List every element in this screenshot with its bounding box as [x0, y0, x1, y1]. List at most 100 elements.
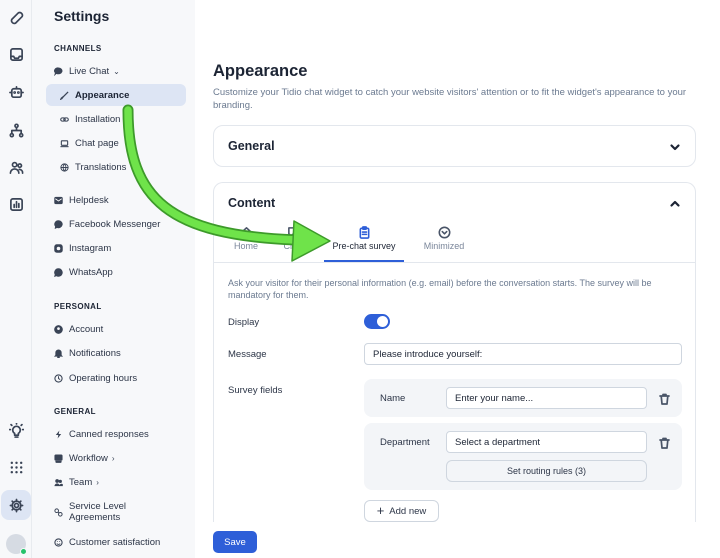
contacts-icon[interactable] [5, 156, 27, 178]
clock-icon [54, 373, 63, 383]
department-select[interactable]: Select a department [446, 431, 647, 453]
chevron-up-icon[interactable] [669, 197, 681, 209]
chevron-down-icon: ⌄ [113, 66, 120, 76]
chat-icon [287, 226, 300, 239]
sidebar-item-appearance[interactable]: Appearance [46, 84, 186, 106]
analytics-icon[interactable] [5, 193, 27, 215]
chevron-down-icon[interactable] [669, 140, 681, 152]
message-input[interactable]: Please introduce yourself: [364, 343, 682, 365]
department-field-label: Department [380, 437, 430, 448]
sidebar-item-label: Appearance [75, 89, 130, 101]
trash-icon[interactable] [659, 392, 670, 405]
survey-field-department-row: Department Select a department Set routi… [364, 423, 682, 490]
sidebar-item-installation[interactable]: Installation [46, 108, 186, 130]
chat-bubble-icon [54, 66, 63, 76]
sidebar-title: Settings [54, 8, 110, 24]
sidebar-item-facebook-messenger[interactable]: Facebook Messenger [46, 213, 186, 235]
globe-icon [60, 162, 69, 172]
tab-pre-chat-survey[interactable]: Pre-chat survey [324, 225, 404, 262]
tab-chat[interactable]: Chat [276, 225, 310, 262]
toggle-knob [377, 316, 388, 327]
sidebar-item-label: Live Chat [69, 65, 110, 77]
tab-label: Pre-chat survey [332, 241, 396, 251]
messenger-icon [54, 219, 63, 229]
instagram-icon [54, 243, 63, 253]
display-toggle[interactable] [364, 314, 390, 329]
bot-icon[interactable] [5, 81, 27, 103]
user-circle-icon [54, 324, 63, 334]
lightbulb-icon[interactable] [5, 419, 27, 441]
chevron-right-icon: › [96, 477, 99, 487]
add-new-button[interactable]: + Add new [364, 500, 439, 522]
name-placeholder-input[interactable]: Enter your name... [446, 387, 647, 409]
tab-label: Home [233, 241, 258, 251]
save-button[interactable]: Save [213, 531, 257, 553]
page-description: Customize your Tidio chat widget to catc… [213, 87, 687, 111]
flows-icon[interactable] [5, 119, 27, 141]
sidebar-item-label: Team [69, 476, 93, 488]
section-personal: PERSONAL [54, 302, 102, 311]
sidebar-item-customer-satisfaction[interactable]: Customer satisfaction [46, 531, 186, 553]
sidebar-item-whatsapp[interactable]: WhatsApp [46, 261, 186, 283]
sidebar-item-instagram[interactable]: Instagram [46, 237, 186, 259]
sidebar-item-label: Helpdesk [69, 194, 109, 206]
laptop-icon [60, 139, 69, 148]
trash-icon[interactable] [659, 436, 670, 449]
sidebar-item-label: Service Level Agreements [69, 501, 126, 523]
apps-grid-icon[interactable] [5, 456, 27, 478]
sidebar-item-helpdesk[interactable]: Helpdesk [46, 189, 186, 211]
online-status-dot [20, 548, 27, 555]
sidebar-item-label: Instagram [69, 242, 112, 254]
content-card: Content Home Chat Pre-chat survey Minimi… [213, 182, 696, 522]
chevron-right-icon: › [111, 453, 115, 463]
sidebar-item-canned-responses[interactable]: Canned responses [46, 423, 186, 445]
sidebar-item-sla[interactable]: Service Level Agreements [46, 498, 186, 526]
general-card[interactable]: General [213, 125, 696, 167]
sidebar-item-live-chat[interactable]: Live Chat ⌄ [46, 60, 186, 82]
content-tabs: Home Chat Pre-chat survey Minimized [214, 225, 695, 263]
tab-minimized[interactable]: Minimized [414, 225, 474, 262]
inbox-icon[interactable] [5, 43, 27, 65]
sidebar-item-team[interactable]: Team › [46, 471, 186, 493]
sidebar-item-operating-hours[interactable]: Operating hours [46, 367, 186, 389]
sla-line-1: Service Level [69, 501, 127, 512]
main-panel: Appearance Customize your Tidio chat wid… [195, 34, 720, 558]
sidebar-item-label: Account [69, 323, 104, 335]
plus-icon: + [376, 503, 385, 518]
content-card-title: Content [228, 196, 276, 210]
page-title: Appearance [213, 62, 308, 80]
sidebar-item-label: Facebook Messenger [69, 218, 161, 230]
lightning-icon [54, 429, 63, 439]
clipboard-icon [358, 226, 371, 239]
home-icon [240, 226, 253, 239]
set-routing-rules-button[interactable]: Set routing rules (3) [446, 460, 647, 482]
section-channels: CHANNELS [54, 44, 102, 53]
sidebar-item-label: Installation [75, 113, 121, 125]
sidebar-item-label: Customer satisfaction [69, 536, 161, 548]
tab-label: Chat [283, 241, 303, 251]
tab-home[interactable]: Home [228, 225, 264, 262]
sidebar-item-chat-page[interactable]: Chat page [46, 132, 186, 154]
mail-icon [54, 196, 63, 205]
settings-icon[interactable] [1, 490, 31, 520]
sidebar-item-label: Canned responses [69, 428, 149, 440]
add-new-label: Add new [389, 505, 427, 517]
sidebar-item-label: Chat page [75, 137, 119, 149]
display-label: Display [228, 317, 260, 328]
sidebar-item-account[interactable]: Account [46, 318, 186, 340]
survey-fields-label: Survey fields [228, 385, 283, 396]
whatsapp-icon [54, 267, 63, 277]
avatar[interactable] [6, 534, 27, 555]
tidio-logo-icon[interactable] [5, 6, 27, 28]
sidebar-item-label: Workflow [69, 452, 108, 464]
tab-label: Minimized [423, 241, 465, 251]
survey-description: Ask your visitor for their personal info… [228, 278, 652, 300]
sidebar-item-notifications[interactable]: Notifications [46, 342, 186, 364]
general-card-title: General [228, 139, 275, 153]
sla-line-2: Agreements [69, 512, 121, 523]
sidebar-item-workflow[interactable]: Workflow › [46, 447, 186, 469]
sidebar-item-translations[interactable]: Translations [46, 156, 186, 178]
sla-icon [54, 507, 63, 517]
link-icon [60, 115, 69, 124]
settings-sidebar: Settings CHANNELS Live Chat ⌄ Appearance… [32, 0, 195, 558]
